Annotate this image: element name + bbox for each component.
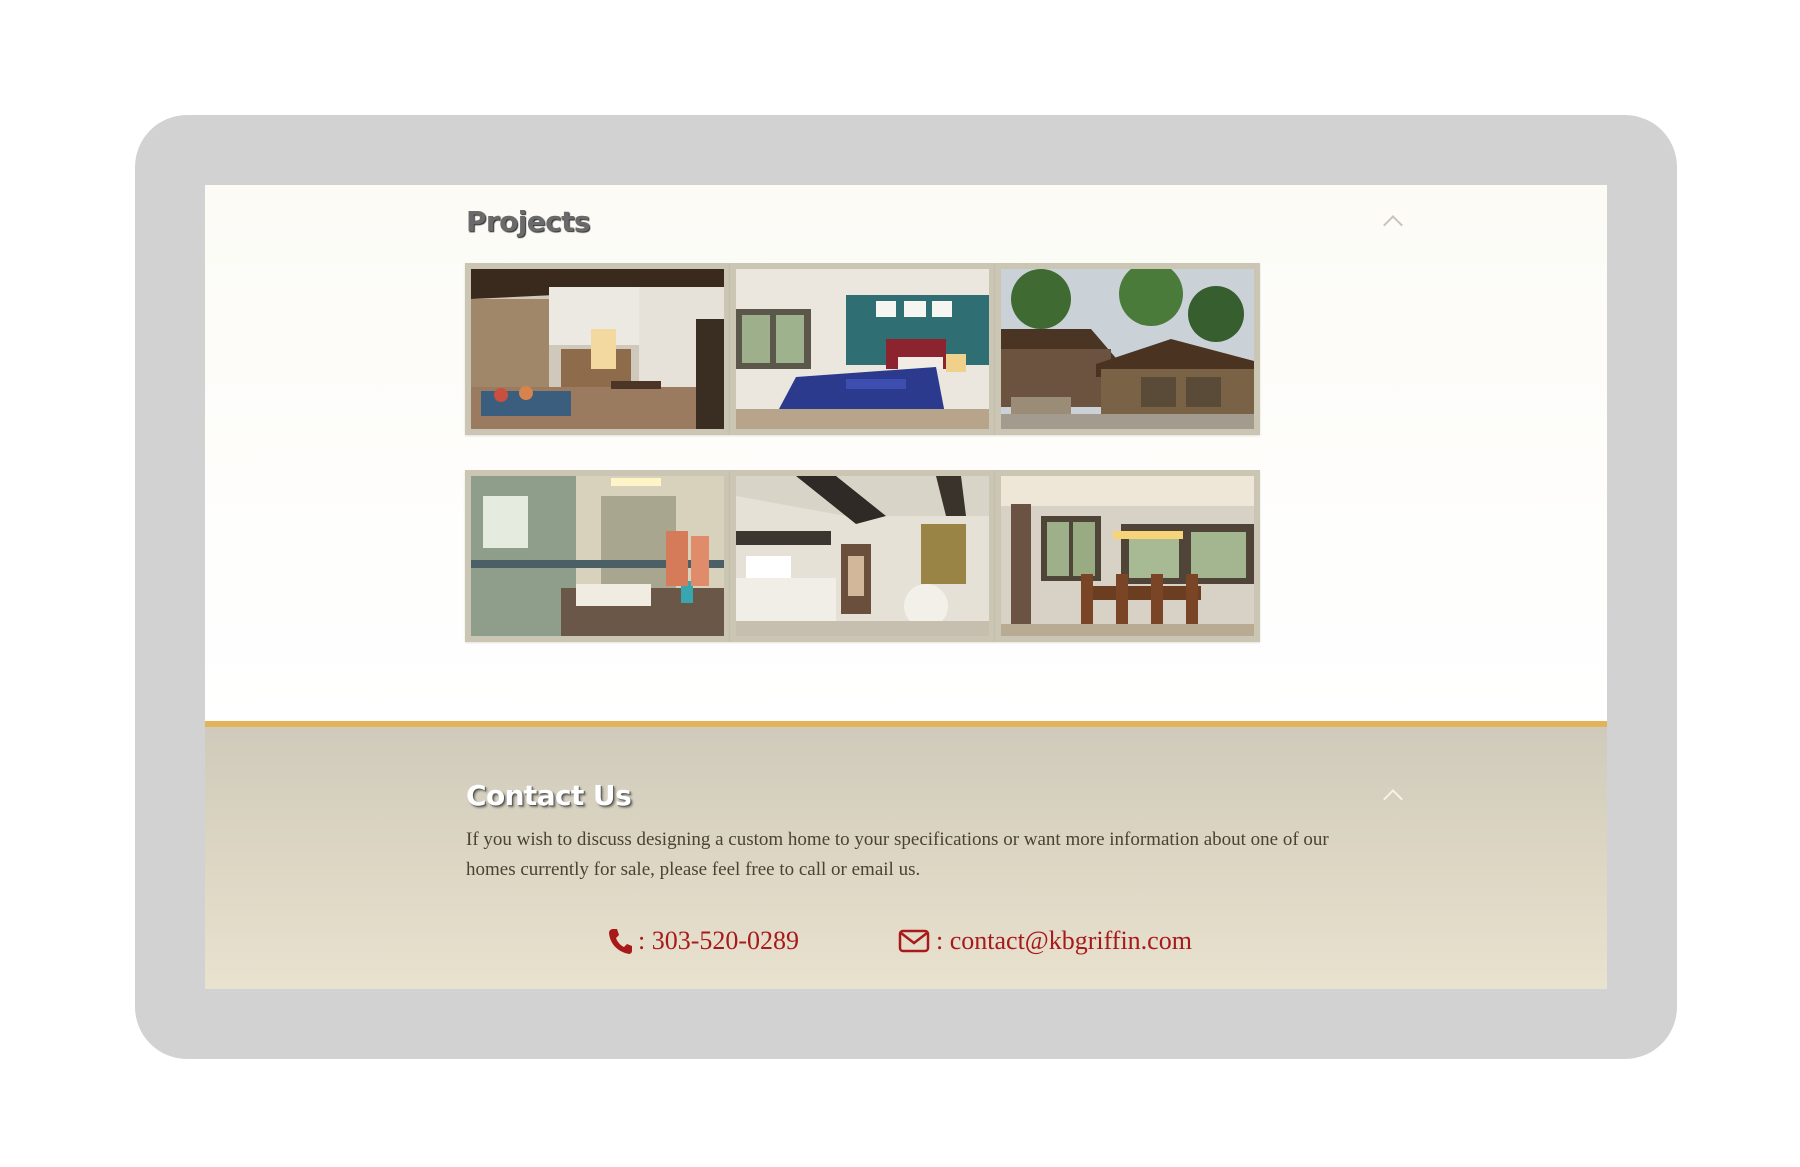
phone-link[interactable]: : 303-520-0289 bbox=[608, 926, 799, 956]
hallway-loft-photo bbox=[736, 476, 989, 636]
phone-number: : 303-520-0289 bbox=[638, 926, 800, 955]
chevron-up-icon[interactable] bbox=[1383, 789, 1403, 809]
projects-title: Projects bbox=[466, 205, 591, 238]
chevron-up-icon[interactable] bbox=[1383, 215, 1403, 235]
envelope-icon bbox=[898, 929, 930, 953]
contact-description: If you wish to discuss designing a custo… bbox=[466, 829, 1329, 880]
house-exterior-photo bbox=[1001, 269, 1254, 429]
screen: Projects Contact Us If you wish to discu… bbox=[205, 185, 1607, 989]
bathroom-photo bbox=[471, 476, 724, 636]
phone-icon bbox=[609, 929, 632, 954]
email-address: : contact@kbgriffin.com bbox=[936, 926, 1192, 955]
project-thumb-hallway-loft[interactable] bbox=[730, 470, 995, 642]
project-thumb-bathroom[interactable] bbox=[465, 470, 730, 642]
living-room-photo bbox=[471, 269, 724, 429]
project-thumb-living-room[interactable] bbox=[465, 263, 730, 435]
dining-room-photo bbox=[1001, 476, 1254, 636]
bedroom-photo bbox=[736, 269, 989, 429]
device-frame: Projects Contact Us If you wish to discu… bbox=[135, 115, 1677, 1059]
project-thumb-house-exterior[interactable] bbox=[995, 263, 1260, 435]
contact-section: Contact Us If you wish to discuss design… bbox=[205, 727, 1607, 989]
contact-title: Contact Us bbox=[466, 779, 632, 812]
email-link[interactable]: : contact@kbgriffin.com bbox=[898, 926, 1192, 956]
project-thumb-bedroom[interactable] bbox=[730, 263, 995, 435]
project-thumb-dining-room[interactable] bbox=[995, 470, 1260, 642]
projects-section: Projects bbox=[205, 185, 1607, 721]
